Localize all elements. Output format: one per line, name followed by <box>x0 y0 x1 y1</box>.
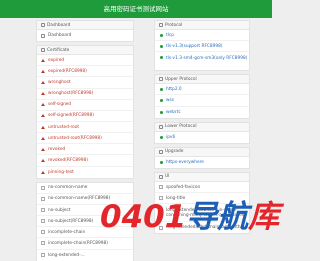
upgrade-heading: Upgrade <box>165 149 184 155</box>
link-ipv6[interactable]: ipv6 <box>155 132 249 143</box>
lower-protocol-heading: Lower Protocol <box>165 124 197 130</box>
document-icon <box>41 185 45 190</box>
link-spoofed-favicon[interactable]: spoofed-favicon <box>155 182 249 194</box>
link-tls13[interactable]: tls-v1.3(support RFC8998) <box>155 41 249 53</box>
upgrade-panel-header: Upgrade <box>155 147 249 157</box>
link-expired-rfc8998[interactable]: expired(RFC8998) <box>37 66 133 78</box>
upgrade-icon <box>159 149 163 154</box>
grid-icon <box>41 33 45 38</box>
window-icon <box>159 174 163 179</box>
dashboard-panel-header: Dashboard <box>37 21 133 30</box>
document-icon <box>41 241 45 246</box>
document-icon <box>41 219 45 224</box>
status-dot-icon <box>159 87 163 91</box>
ui-heading: UI <box>165 174 170 180</box>
link-wronghost-rfc8998[interactable]: wronghost(RFC8998) <box>37 89 133 100</box>
status-dot-icon <box>159 110 163 114</box>
certificate-panel: Certificate expired expired(RFC8998) wro… <box>36 45 134 179</box>
lower-protocol-panel: Lower Protocol ipv6 <box>154 121 250 144</box>
site-title: 高用密码证书测试网站 <box>103 5 169 13</box>
watermark-logo: 0401导航库 <box>100 199 280 235</box>
link-self-signed-rfc8998[interactable]: self-signed(RFC8998) <box>37 111 133 122</box>
warning-icon <box>41 114 45 118</box>
grid-icon <box>41 23 45 27</box>
status-dot-icon <box>159 44 163 48</box>
layers-icon <box>159 124 163 129</box>
protocol-panel: Protocol tlcp tls-v1.3(support RFC8998) … <box>154 20 250 72</box>
warning-icon <box>41 158 45 162</box>
document-icon <box>41 230 45 235</box>
ui-panel-header: UI <box>155 172 249 182</box>
document-icon <box>41 196 45 201</box>
status-dot-icon <box>159 160 163 164</box>
link-pinning-test[interactable]: pinning-test <box>37 167 133 178</box>
upper-protocol-panel: Upper Protocol http2.0 wss webrtc <box>154 74 250 119</box>
dashboard-panel: Dashboard Dashboard <box>36 20 134 43</box>
link-revoked-rfc8998[interactable]: revoked(RFC8998) <box>37 155 133 167</box>
document-icon <box>41 208 45 213</box>
protocol-icon <box>159 23 163 27</box>
link-revoked[interactable]: revoked <box>37 144 133 156</box>
certificate-icon <box>41 48 45 53</box>
status-dot-icon <box>159 33 163 37</box>
link-wronghost[interactable]: wronghost <box>37 77 133 89</box>
site-header: 高用密码证书测试网站 <box>0 0 272 18</box>
warning-icon <box>41 136 45 140</box>
link-incomplete-chain-rfc8998[interactable]: incomplete-chain(RFC8998) <box>37 238 133 250</box>
lower-protocol-panel-header: Lower Protocol <box>155 122 249 132</box>
document-icon <box>41 253 45 258</box>
link-webrtc[interactable]: webrtc <box>155 107 249 118</box>
link-tlcp[interactable]: tlcp <box>155 30 249 42</box>
protocol-panel-header: Protocol <box>155 21 249 30</box>
warning-icon <box>41 125 45 129</box>
warning-icon <box>41 58 45 62</box>
link-http2[interactable]: http2.0 <box>155 84 249 96</box>
status-dot-icon <box>159 56 163 60</box>
certificate-heading: Certificate <box>47 47 70 53</box>
warning-icon <box>41 170 45 174</box>
dashboard-heading: Dashboard <box>47 22 71 28</box>
upper-protocol-heading: Upper Protocol <box>165 76 197 82</box>
link-no-common-name[interactable]: no-common-name <box>37 183 133 194</box>
warning-icon <box>41 147 45 151</box>
link-untrusted-root[interactable]: untrusted-root <box>37 122 133 134</box>
upper-protocol-panel-header: Upper Protocol <box>155 75 249 85</box>
link-expired[interactable]: expired <box>37 55 133 67</box>
protocol-heading: Protocol <box>165 22 183 28</box>
link-https-everywhere[interactable]: https-everywhere <box>155 157 249 168</box>
link-wss[interactable]: wss <box>155 95 249 107</box>
link-long-extended[interactable]: long-extended-... <box>37 250 133 261</box>
link-untrusted-root-rfc8998[interactable]: untrusted-root(RFC8998) <box>37 133 133 145</box>
certificate-panel-header: Certificate <box>37 46 133 56</box>
link-tls13-sm4[interactable]: tls-v1.3-sm4-gcm-sm3(only RFC8998) <box>155 52 249 70</box>
layers-icon <box>159 77 163 82</box>
nav-item-dashboard[interactable]: Dashboard <box>37 30 133 41</box>
status-dot-icon <box>159 135 163 139</box>
warning-icon <box>41 103 45 107</box>
document-icon <box>159 185 163 190</box>
warning-icon <box>41 80 45 84</box>
link-self-signed[interactable]: self-signed <box>37 100 133 111</box>
status-dot-icon <box>159 98 163 102</box>
warning-icon <box>41 69 45 73</box>
upgrade-panel: Upgrade https-everywhere <box>154 146 250 169</box>
warning-icon <box>41 92 45 96</box>
